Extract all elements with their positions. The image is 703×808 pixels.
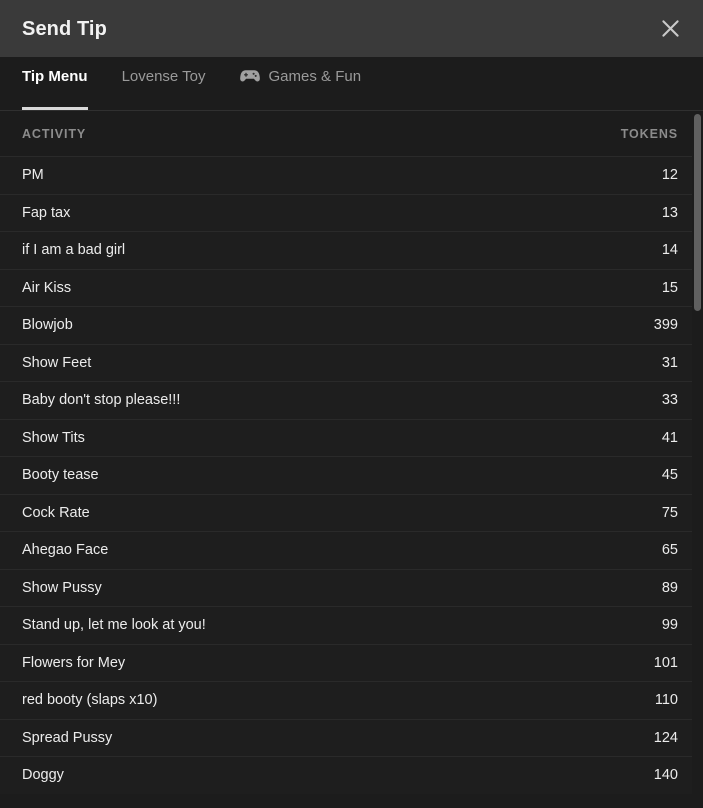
page-title: Send Tip — [22, 17, 107, 40]
row-token-value: 31 — [661, 354, 678, 371]
table-row[interactable]: Show Tits 41 — [0, 418, 703, 456]
row-token-value: 13 — [661, 204, 678, 221]
column-header-tokens: TOKENS — [620, 126, 678, 141]
column-header-activity: ACTIVITY — [22, 126, 87, 141]
row-activity-label: Fap tax — [22, 204, 71, 221]
row-activity-label: Air Kiss — [22, 279, 72, 296]
row-token-value: 12 — [661, 167, 678, 184]
row-activity-label: red booty (slaps x10) — [22, 692, 158, 709]
table-row[interactable]: Spread Pussy 124 — [0, 718, 703, 756]
row-token-value: 110 — [654, 692, 678, 709]
row-token-value: 140 — [653, 767, 678, 784]
row-token-value: 14 — [661, 242, 678, 259]
row-activity-label: Baby don't stop please!!! — [22, 392, 181, 409]
row-activity-label: Show Tits — [22, 429, 85, 446]
scrollbar-track[interactable] — [692, 111, 703, 808]
table-row[interactable]: Cock Rate 75 — [0, 493, 703, 531]
row-activity-label: Stand up, let me look at you! — [22, 617, 206, 634]
row-token-value: 33 — [661, 392, 678, 409]
row-token-value: 75 — [661, 504, 678, 521]
row-activity-label: Spread Pussy — [22, 729, 113, 746]
row-activity-label: Flowers for Mey — [22, 654, 126, 671]
table-row[interactable]: Booty tease 45 — [0, 456, 703, 494]
row-activity-label: Show Feet — [22, 354, 92, 371]
row-activity-label: Cock Rate — [22, 504, 90, 521]
row-token-value: 15 — [661, 279, 678, 296]
row-token-value: 124 — [653, 729, 678, 746]
row-token-value: 101 — [653, 654, 678, 671]
tab-tip-menu[interactable]: Tip Menu — [22, 57, 88, 110]
row-token-value: 89 — [661, 579, 678, 596]
scrollbar-thumb[interactable] — [694, 114, 701, 311]
table-row[interactable]: Air Kiss 15 — [0, 268, 703, 306]
tab-games-and-fun[interactable]: Games & Fun — [239, 57, 362, 110]
send-tip-modal: Send Tip Tip Menu Lovense Toy Games & Fu… — [0, 0, 703, 808]
tip-menu-list: ACTIVITY TOKENS PM 12 Fap tax 13 if I am… — [0, 111, 703, 808]
table-row[interactable]: Ahegao Face 65 — [0, 531, 703, 569]
row-activity-label: PM — [22, 167, 44, 184]
tip-menu-list-inner: ACTIVITY TOKENS PM 12 Fap tax 13 if I am… — [0, 111, 703, 794]
row-activity-label: Ahegao Face — [22, 542, 109, 559]
row-token-value: 399 — [653, 317, 678, 334]
table-row[interactable]: if I am a bad girl 14 — [0, 231, 703, 269]
modal-header: Send Tip — [0, 0, 703, 57]
table-row[interactable]: Show Feet 31 — [0, 343, 703, 381]
row-activity-label: Doggy — [22, 767, 64, 784]
table-row[interactable]: Baby don't stop please!!! 33 — [0, 381, 703, 419]
row-activity-label: if I am a bad girl — [22, 242, 126, 259]
gamepad-icon — [239, 69, 260, 83]
row-token-value: 45 — [661, 467, 678, 484]
table-row[interactable]: PM 12 — [0, 156, 703, 194]
row-activity-label: Booty tease — [22, 467, 99, 484]
tab-games-and-fun-label: Games & Fun — [268, 67, 362, 85]
table-row[interactable]: Show Pussy 89 — [0, 568, 703, 606]
table-row[interactable]: red booty (slaps x10) 110 — [0, 681, 703, 719]
table-row[interactable]: Blowjob 399 — [0, 306, 703, 344]
tab-lovense-toy[interactable]: Lovense Toy — [122, 57, 206, 110]
table-row[interactable]: Fap tax 13 — [0, 193, 703, 231]
row-token-value: 65 — [661, 542, 678, 559]
table-row[interactable]: Doggy 140 — [0, 756, 703, 794]
row-activity-label: Show Pussy — [22, 579, 102, 596]
table-row[interactable]: Stand up, let me look at you! 99 — [0, 606, 703, 644]
tab-tip-menu-label: Tip Menu — [22, 67, 88, 85]
tab-bar: Tip Menu Lovense Toy Games & Fun — [0, 57, 703, 111]
close-button[interactable] — [655, 14, 685, 44]
table-row[interactable]: Flowers for Mey 101 — [0, 643, 703, 681]
row-token-value: 41 — [661, 429, 678, 446]
row-token-value: 99 — [661, 617, 678, 634]
tab-lovense-toy-label: Lovense Toy — [121, 67, 206, 85]
close-icon — [661, 19, 680, 38]
row-activity-label: Blowjob — [22, 317, 73, 334]
table-column-header: ACTIVITY TOKENS — [0, 111, 703, 156]
